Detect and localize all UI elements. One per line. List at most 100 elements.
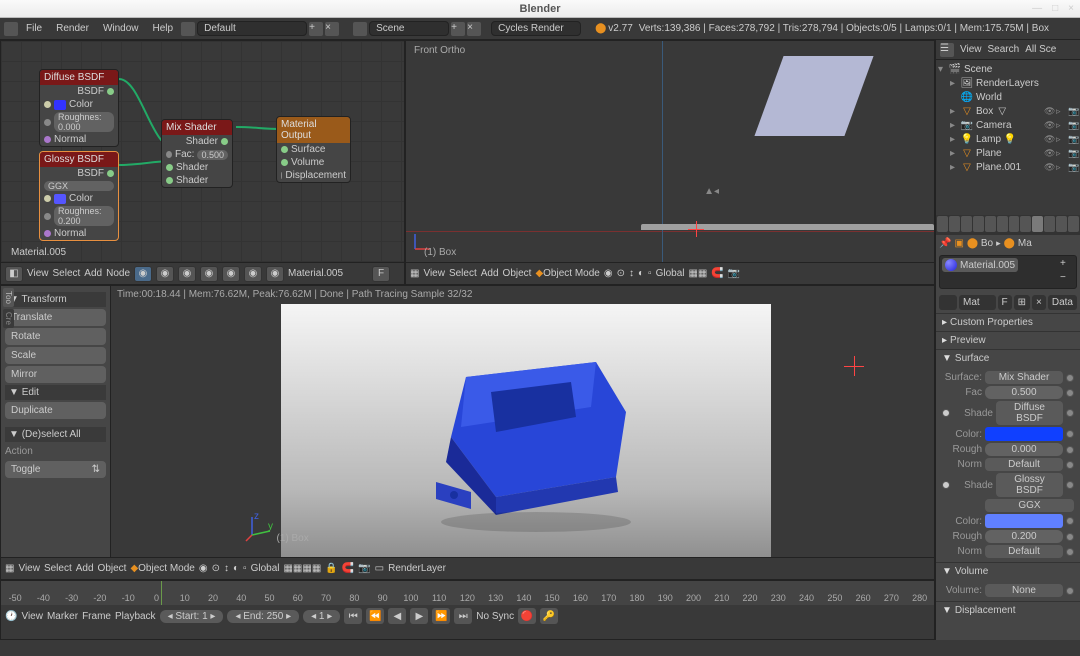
menu-window[interactable]: Window bbox=[97, 21, 145, 36]
frame-start-field[interactable]: ◂ Start: 1 ▸ bbox=[160, 610, 224, 623]
tree-item-camera[interactable]: ▸📷Camera👁▹📷 bbox=[938, 118, 1078, 132]
tree-item-box[interactable]: ▸▽Box▽👁▹📷 bbox=[938, 104, 1078, 118]
roughness2-field[interactable]: 0.200 bbox=[985, 530, 1063, 543]
layout-remove-button[interactable]: × bbox=[325, 22, 339, 36]
panel-volume[interactable]: ▼ Volume bbox=[936, 563, 1080, 580]
manipulator-rotate-button[interactable]: ◐ bbox=[233, 563, 239, 574]
play-reverse-button[interactable]: ◀ bbox=[388, 608, 406, 624]
scene-remove-button[interactable]: × bbox=[467, 22, 481, 36]
editor-type-icon[interactable]: 🕐 bbox=[5, 611, 17, 622]
shader2-dropdown[interactable]: Glossy BSDF bbox=[996, 473, 1063, 497]
tree-item-plane[interactable]: ▸▽Plane👁▹📷 bbox=[938, 146, 1078, 160]
timeline-ruler[interactable]: -50-40-30-20-100102040506070809010011012… bbox=[1, 581, 934, 605]
editor-type-icon[interactable]: ◧ bbox=[5, 266, 23, 282]
tree-type-shader-button[interactable]: ◉ bbox=[134, 266, 152, 282]
action-toggle-dropdown[interactable]: Toggle ⇅ bbox=[5, 461, 106, 478]
box-object[interactable] bbox=[641, 224, 934, 230]
tool-duplicate[interactable]: Duplicate bbox=[5, 402, 106, 419]
operator-panel-header[interactable]: ▼ (De)select All bbox=[5, 427, 106, 442]
scene-add-button[interactable]: + bbox=[451, 22, 465, 36]
render-button[interactable]: 📷 bbox=[358, 563, 370, 574]
material-browse-button[interactable] bbox=[939, 295, 957, 310]
node-mix-shader[interactable]: Mix Shader Shader Fac:0.500 Shader Shade… bbox=[161, 119, 233, 188]
render-slot-button[interactable]: ▭ bbox=[375, 563, 384, 574]
snap-button[interactable]: 🧲 bbox=[342, 563, 354, 574]
render-engine-dropdown[interactable]: Cycles Render bbox=[491, 21, 581, 36]
panel-surface[interactable]: ▼ Surface bbox=[936, 350, 1080, 367]
current-frame-field[interactable]: ◂ 1 ▸ bbox=[303, 610, 340, 623]
shader-type-lamp-button[interactable]: ◉ bbox=[244, 266, 262, 282]
camera-object[interactable]: ▲◂ bbox=[704, 186, 719, 197]
frame-end-field[interactable]: ◂ End: 250 ▸ bbox=[227, 610, 299, 623]
shader-type-world-button[interactable]: ◉ bbox=[222, 266, 240, 282]
orientation-dropdown[interactable]: Global bbox=[251, 563, 280, 574]
window-close-button[interactable]: × bbox=[1068, 3, 1074, 14]
node-header[interactable]: Mix Shader bbox=[162, 120, 232, 135]
node-diffuse-bsdf[interactable]: Diffuse BSDF BSDF Color Roughnes: 0.000 … bbox=[39, 69, 119, 147]
input-node-button[interactable] bbox=[1066, 374, 1074, 382]
menu-view[interactable]: View bbox=[27, 268, 49, 279]
material-slot[interactable]: Material.005 bbox=[942, 258, 1018, 272]
keying-set-button[interactable]: 🔑 bbox=[540, 608, 558, 624]
tree-item-plane001[interactable]: ▸▽Plane.001👁▹📷 bbox=[938, 160, 1078, 174]
orientation-dropdown[interactable]: Global bbox=[656, 268, 685, 279]
normal1-dropdown[interactable]: Default bbox=[985, 458, 1063, 471]
layout-browse-button[interactable] bbox=[181, 22, 195, 36]
render-icon[interactable]: 📷 bbox=[1068, 106, 1078, 117]
menu-marker[interactable]: Marker bbox=[47, 611, 78, 622]
tab-material[interactable] bbox=[1032, 216, 1043, 232]
menu-view[interactable]: View bbox=[21, 611, 43, 622]
unlink-button[interactable]: × bbox=[1032, 295, 1046, 310]
manipulator-translate-button[interactable]: ↕ bbox=[629, 268, 634, 279]
pivot-button[interactable]: ⊙ bbox=[617, 268, 625, 279]
window-minimize-button[interactable]: — bbox=[1032, 3, 1042, 14]
keyframe-prev-button[interactable]: ⏪ bbox=[366, 608, 384, 624]
node-material-output[interactable]: Material Output Surface Volume Displacem… bbox=[276, 116, 351, 183]
menu-object[interactable]: Object bbox=[98, 563, 127, 574]
manipulator-scale-button[interactable]: ▫ bbox=[243, 563, 247, 574]
manipulator-button[interactable]: ↕ bbox=[224, 563, 229, 574]
pivot-button[interactable]: ⊙ bbox=[212, 563, 220, 574]
tree-item-world[interactable]: 🌐World bbox=[938, 90, 1078, 104]
panel-header-edit[interactable]: ▼ Edit bbox=[5, 385, 106, 400]
tree-item-renderlayers[interactable]: ▸🖼RenderLayers bbox=[938, 76, 1078, 90]
sync-dropdown[interactable]: No Sync bbox=[476, 611, 514, 622]
shader1-dropdown[interactable]: Diffuse BSDF bbox=[996, 401, 1063, 425]
color2-swatch[interactable] bbox=[985, 514, 1063, 528]
layout-add-button[interactable]: + bbox=[309, 22, 323, 36]
tree-type-texture-button[interactable]: ◉ bbox=[178, 266, 196, 282]
menu-view[interactable]: View bbox=[423, 268, 445, 279]
3d-cursor[interactable] bbox=[688, 221, 704, 237]
play-button[interactable]: ▶ bbox=[410, 608, 428, 624]
tab-render[interactable] bbox=[937, 216, 948, 232]
link-dropdown[interactable]: Data bbox=[1048, 295, 1077, 310]
jump-start-button[interactable]: ⏮ bbox=[344, 608, 362, 624]
mode-dropdown[interactable]: ◆Object Mode bbox=[130, 563, 194, 574]
outliner-tree[interactable]: ▾🎬Scene ▸🖼RenderLayers 🌐World ▸▽Box▽👁▹📷 … bbox=[936, 60, 1080, 215]
tree-item-lamp[interactable]: ▸💡Lamp💡👁▹📷 bbox=[938, 132, 1078, 146]
editor-type-icon[interactable]: ▦ bbox=[5, 563, 14, 574]
tab-texture[interactable] bbox=[1044, 216, 1055, 232]
material-browse-button[interactable]: ◉ bbox=[266, 266, 284, 282]
tab-renderlayers[interactable] bbox=[949, 216, 960, 232]
menu-add[interactable]: Add bbox=[481, 268, 499, 279]
window-maximize-button[interactable]: □ bbox=[1052, 3, 1058, 14]
tab-object[interactable] bbox=[985, 216, 996, 232]
select-icon[interactable]: ▹ bbox=[1056, 106, 1066, 117]
layers-button[interactable]: ▦▦ bbox=[688, 268, 707, 279]
plane-object[interactable] bbox=[754, 56, 873, 136]
visibility-icon[interactable]: 👁 bbox=[1044, 106, 1054, 117]
menu-view[interactable]: View bbox=[18, 563, 40, 574]
panel-preview[interactable]: ▸ Preview bbox=[936, 332, 1080, 349]
3d-cursor[interactable] bbox=[844, 356, 864, 376]
manipulator-scale-button[interactable]: ▫ bbox=[648, 268, 652, 279]
layout-dropdown[interactable]: Default bbox=[197, 21, 307, 36]
surface-shader-dropdown[interactable]: Mix Shader bbox=[985, 371, 1063, 384]
menu-help[interactable]: Help bbox=[147, 21, 180, 36]
tab-modifiers[interactable] bbox=[1009, 216, 1020, 232]
material-datablock[interactable]: Material.005 bbox=[288, 268, 368, 279]
layers-button[interactable]: ▦▦▦▦ bbox=[283, 563, 321, 574]
panel-header-transform[interactable]: ▼ Transform bbox=[5, 292, 106, 307]
node-glossy-bsdf[interactable]: Glossy BSDF BSDF GGX Color Roughnes: 0.2… bbox=[39, 151, 119, 241]
scene-browse-button[interactable] bbox=[353, 22, 367, 36]
